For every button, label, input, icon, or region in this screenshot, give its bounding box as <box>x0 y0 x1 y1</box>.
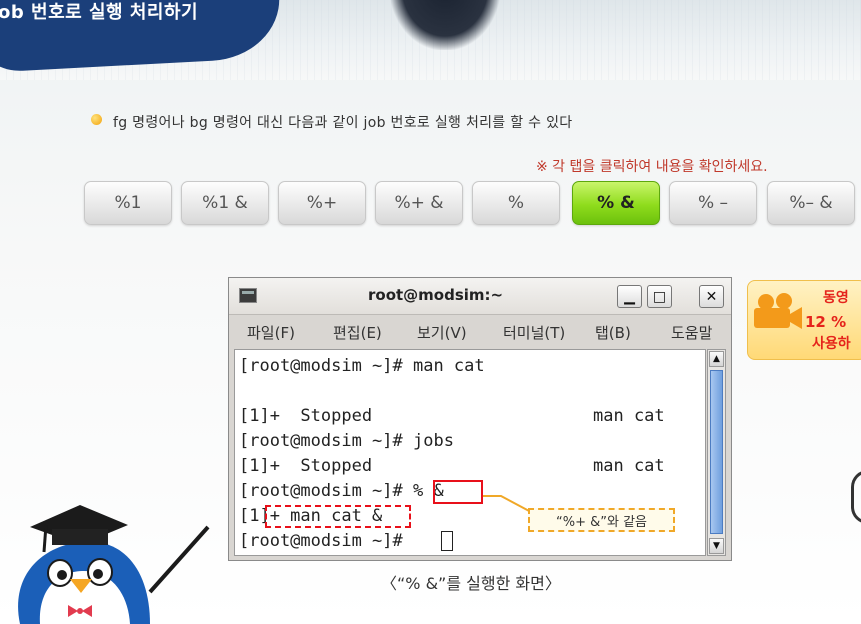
tab-percent-plus[interactable]: %+ <box>278 181 366 225</box>
terminal-line-command: man cat <box>593 456 665 476</box>
tab-percent-1-bg[interactable]: %1 & <box>181 181 269 225</box>
header-banner: ob 번호로 실행 처리하기 <box>0 0 861 80</box>
video-camera-icon <box>754 293 802 329</box>
terminal-titlebar[interactable]: root@modsim:~ ▁ □ ✕ <box>229 278 731 315</box>
edge-decoration <box>851 470 861 524</box>
page-title: ob 번호로 실행 처리하기 <box>0 2 199 23</box>
minimize-button[interactable]: ▁ <box>617 285 642 308</box>
tab-percent-plus-bg[interactable]: %+ & <box>375 181 463 225</box>
terminal-line: [root@modsim ~]# <box>239 531 413 551</box>
video-label: 동영 <box>823 290 849 306</box>
tab-percent-minus[interactable]: % – <box>669 181 757 225</box>
callout-connector <box>483 495 532 513</box>
menu-terminal[interactable]: 터미널(T) <box>503 322 565 343</box>
tab-percent-bg[interactable]: % & <box>572 181 660 225</box>
terminal-scrollbar[interactable]: ▲ ▼ <box>707 349 726 556</box>
banner-ink-splash <box>390 0 500 50</box>
command-highlight <box>433 480 483 504</box>
menu-view[interactable]: 보기(V) <box>417 322 467 343</box>
terminal-line: [root@modsim ~]# man cat <box>239 356 485 376</box>
terminal-cursor <box>441 531 453 551</box>
tab-percent-1[interactable]: %1 <box>84 181 172 225</box>
terminal-menu-bar: 파일(F) 편집(E) 보기(V) 터미널(T) 탭(B) 도움말 <box>229 318 731 344</box>
scroll-thumb[interactable] <box>710 370 723 534</box>
menu-help[interactable]: 도움말 <box>671 322 712 343</box>
terminal-line: [root@modsim ~]# jobs <box>239 431 454 451</box>
video-size: 12 % <box>805 313 847 331</box>
video-action: 사용하 <box>812 336 851 352</box>
callout-note: “%+ &”와 같음 <box>528 508 675 532</box>
tab-percent-minus-bg[interactable]: %– & <box>767 181 855 225</box>
figure-caption: 〈“% &”를 실행한 화면〉 <box>381 574 561 593</box>
menu-tabs[interactable]: 탭(B) <box>595 322 631 343</box>
terminal-title: root@modsim:~ <box>368 286 504 304</box>
tab-percent[interactable]: % <box>472 181 560 225</box>
bullet-clip: fg 명령어나 bg 명령어 대신 다음과 같이 job 번호로 실행 처리를 … <box>113 112 753 130</box>
scroll-up-icon[interactable]: ▲ <box>709 351 724 367</box>
terminal-line: [root@modsim ~]# % & <box>239 481 444 501</box>
scroll-down-icon[interactable]: ▼ <box>709 538 724 554</box>
maximize-button[interactable]: □ <box>647 285 672 308</box>
terminal-line: [1]+ Stopped <box>239 456 373 476</box>
bullet-text: fg 명령어나 bg 명령어 대신 다음과 같이 job 번호로 실행 처리를 … <box>113 115 573 130</box>
menu-file[interactable]: 파일(F) <box>247 322 295 343</box>
instruction-notice: ※ 각 탭을 클릭하여 내용을 확인하세요. <box>536 159 768 175</box>
bullet-icon <box>91 114 102 125</box>
tab-bar: %1 %1 & %+ %+ & % % & % – %– & <box>84 181 861 227</box>
result-highlight <box>265 505 411 528</box>
menu-edit[interactable]: 편집(E) <box>333 322 382 343</box>
terminal-app-icon <box>239 288 257 303</box>
close-button[interactable]: ✕ <box>699 285 724 308</box>
terminal-line-command: man cat <box>593 406 665 426</box>
terminal-line: [1]+ Stopped <box>239 406 373 426</box>
penguin-mascot-icon <box>18 505 210 624</box>
